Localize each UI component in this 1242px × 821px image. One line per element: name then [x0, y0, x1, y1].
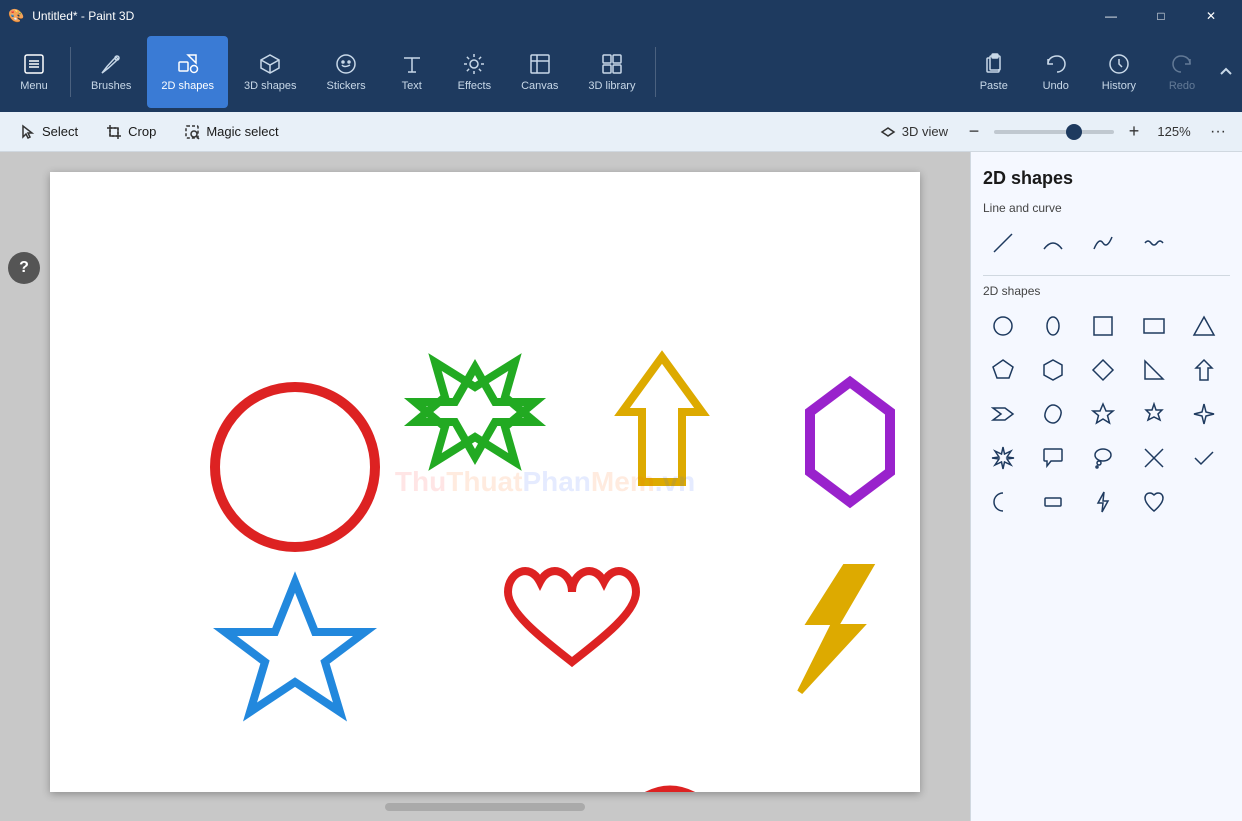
shape-star-5[interactable]	[1083, 394, 1123, 434]
shape-chevron[interactable]	[983, 394, 1023, 434]
shape-pentagon[interactable]	[983, 350, 1023, 390]
main-content: ? ThuThuatPhanMem.vn	[0, 152, 1242, 821]
section-line-curve: Line and curve	[983, 201, 1230, 215]
redo-label: Redo	[1169, 80, 1195, 92]
canvas-area: ThuThuatPhanMem.vn	[0, 152, 970, 821]
shape-hexagon[interactable]	[1033, 350, 1073, 390]
stickers-label: Stickers	[327, 80, 366, 92]
shape-freeform[interactable]	[1033, 394, 1073, 434]
history-label: History	[1102, 80, 1136, 92]
view-3d-button[interactable]: 3D view	[870, 120, 958, 144]
toolbar-2d-shapes[interactable]: 2D shapes	[147, 36, 228, 108]
canvas-svg	[50, 172, 920, 792]
shape-checkmark[interactable]	[1184, 438, 1224, 478]
shape-arrow-up[interactable]	[1184, 350, 1224, 390]
3d-library-label: 3D library	[588, 80, 635, 92]
shape-star-6[interactable]	[1134, 394, 1174, 434]
shape-triangle[interactable]	[1184, 306, 1224, 346]
sub-toolbar: Select Crop Magic select 3D view − +	[0, 112, 1242, 152]
section-2d-shapes: 2D shapes	[983, 284, 1230, 298]
panel-title: 2D shapes	[983, 168, 1230, 189]
shape-heart[interactable]	[1134, 482, 1174, 522]
shape-burst[interactable]	[983, 438, 1023, 478]
shape-square[interactable]	[1083, 306, 1123, 346]
title-bar: 🎨 Untitled* - Paint 3D — □ ✕	[0, 0, 1242, 32]
crop-button[interactable]: Crop	[94, 116, 168, 148]
title-bar-title: Untitled* - Paint 3D	[32, 9, 134, 23]
close-button[interactable]: ✕	[1188, 0, 1234, 32]
line-curve-grid	[983, 223, 1230, 263]
canvas-label: Canvas	[521, 80, 558, 92]
app-icon: 🎨	[8, 8, 24, 24]
toolbar-undo[interactable]: Undo	[1026, 36, 1086, 108]
zoom-thumb[interactable]	[1066, 124, 1082, 140]
2d-shapes-grid	[983, 306, 1230, 522]
zoom-controls: − + 125% ···	[962, 116, 1234, 148]
shape-lightning[interactable]	[1083, 482, 1123, 522]
shape-s-curve[interactable]	[1083, 223, 1123, 263]
menu-button[interactable]: Menu	[4, 36, 64, 108]
select-label: Select	[42, 124, 78, 139]
2d-shapes-label: 2D shapes	[161, 80, 214, 92]
zoom-out-button[interactable]: −	[962, 120, 986, 144]
zoom-in-button[interactable]: +	[1122, 120, 1146, 144]
toolbar-effects[interactable]: Effects	[444, 36, 505, 108]
toolbar-history[interactable]: History	[1088, 36, 1150, 108]
effects-label: Effects	[458, 80, 491, 92]
shape-star-4[interactable]	[1184, 394, 1224, 434]
menu-label: Menu	[20, 80, 48, 92]
shape-diamond[interactable]	[1083, 350, 1123, 390]
shape-oval[interactable]	[1033, 306, 1073, 346]
zoom-slider[interactable]	[994, 130, 1114, 134]
title-bar-left: 🎨 Untitled* - Paint 3D	[8, 8, 134, 24]
shape-right-triangle[interactable]	[1134, 350, 1174, 390]
toolbar-sep-1	[70, 47, 71, 97]
magic-select-button[interactable]: Magic select	[172, 116, 290, 148]
text-label: Text	[402, 80, 422, 92]
main-toolbar: Menu Brushes 2D shapes 3D shapes	[0, 32, 1242, 112]
panel-divider	[983, 275, 1230, 276]
toolbar-redo[interactable]: Redo	[1152, 36, 1212, 108]
select-button[interactable]: Select	[8, 116, 90, 148]
toolbar-3d-shapes[interactable]: 3D shapes	[230, 36, 311, 108]
toolbar-paste[interactable]: Paste	[964, 36, 1024, 108]
paste-label: Paste	[980, 80, 1008, 92]
toolbar-right: Paste Undo History Redo	[964, 36, 1212, 108]
view-3d-label: 3D view	[902, 124, 948, 139]
shape-speech-bubble[interactable]	[1033, 438, 1073, 478]
shape-rectangle[interactable]	[1134, 306, 1174, 346]
crop-label: Crop	[128, 124, 156, 139]
toolbar-canvas[interactable]: Canvas	[507, 36, 572, 108]
shape-line[interactable]	[983, 223, 1023, 263]
toolbar-text[interactable]: Text	[382, 36, 442, 108]
horizontal-scrollbar[interactable]	[385, 803, 585, 811]
toolbar-3d-library[interactable]: 3D library	[574, 36, 649, 108]
minimize-button[interactable]: —	[1088, 0, 1134, 32]
shape-small-rect[interactable]	[1033, 482, 1073, 522]
right-panel: 2D shapes Line and curve 2D shapes	[970, 152, 1242, 821]
magic-select-label: Magic select	[206, 124, 278, 139]
toolbar-sep-2	[655, 47, 656, 97]
toolbar-stickers[interactable]: Stickers	[313, 36, 380, 108]
maximize-button[interactable]: □	[1138, 0, 1184, 32]
shape-crescent[interactable]	[983, 482, 1023, 522]
undo-label: Undo	[1043, 80, 1069, 92]
more-options-button[interactable]: ···	[1202, 116, 1234, 148]
brushes-label: Brushes	[91, 80, 131, 92]
help-button[interactable]: ?	[8, 252, 40, 284]
zoom-percent: 125%	[1154, 124, 1194, 139]
shape-circle[interactable]	[983, 306, 1023, 346]
shape-squiggle[interactable]	[1134, 223, 1174, 263]
3d-shapes-label: 3D shapes	[244, 80, 297, 92]
shape-thought-bubble[interactable]	[1083, 438, 1123, 478]
toolbar-collapse-button[interactable]	[1214, 36, 1238, 108]
shape-curve-arc[interactable]	[1033, 223, 1073, 263]
title-bar-controls: — □ ✕	[1088, 0, 1234, 32]
shape-cross[interactable]	[1134, 438, 1174, 478]
toolbar-brushes[interactable]: Brushes	[77, 36, 145, 108]
drawing-canvas[interactable]: ThuThuatPhanMem.vn	[50, 172, 920, 792]
